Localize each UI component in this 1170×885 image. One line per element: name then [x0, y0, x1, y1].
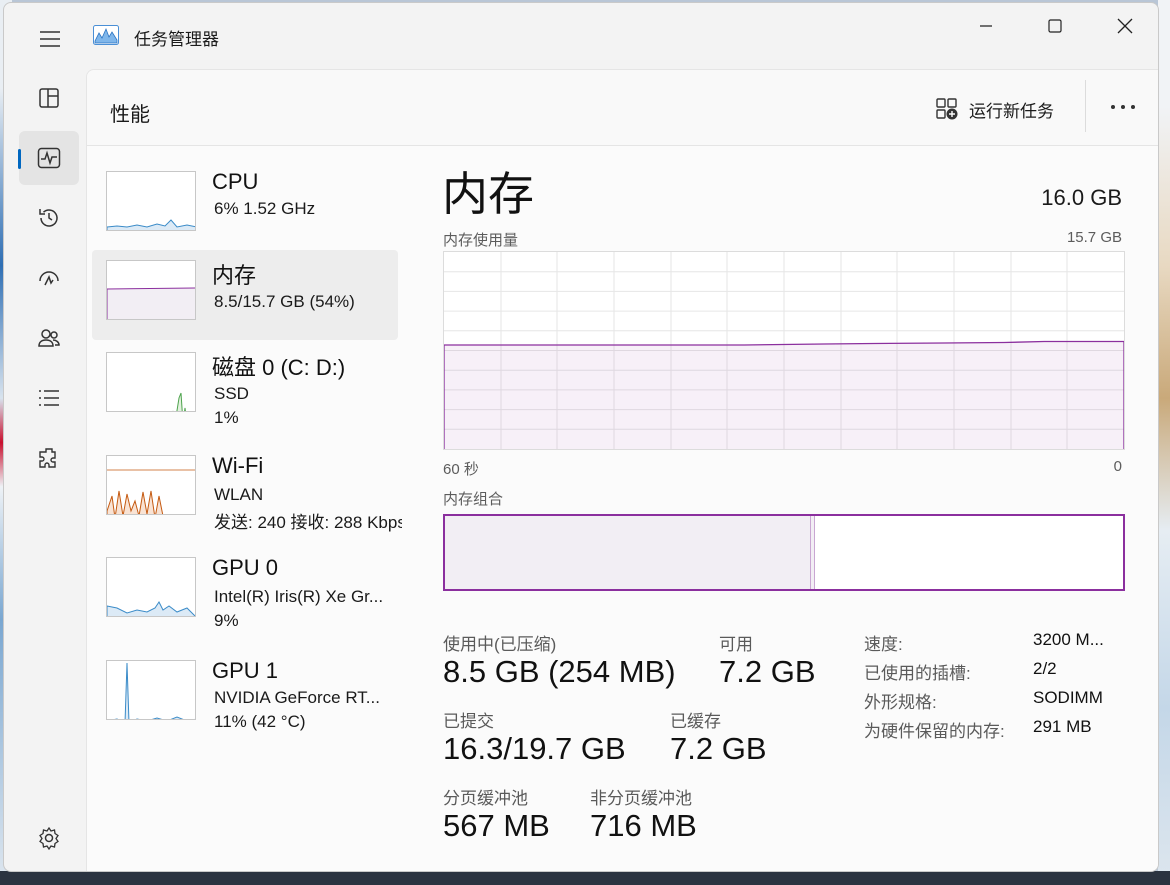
resource-detail: SSD	[214, 384, 249, 403]
title-bar: 任务管理器	[4, 3, 1158, 69]
speed-value: 3200 M...	[1033, 630, 1104, 649]
paged-pool-label: 分页缓冲池	[443, 789, 528, 808]
form-factor-value: SODIMM	[1033, 688, 1103, 707]
memory-in-use-segment	[445, 516, 812, 589]
maximize-button[interactable]	[1030, 11, 1080, 41]
resource-detail-2: 9%	[214, 611, 239, 630]
resource-item-cpu[interactable]: CPU 6% 1.52 GHz	[92, 161, 398, 251]
settings-icon	[39, 826, 59, 850]
content-panel: 性能 运行新任务 CPU 6% 1.52 GHz 内存 8.5/15.7 GB …	[86, 69, 1158, 871]
header-divider	[1085, 80, 1086, 132]
resource-detail: NVIDIA GeForce RT...	[214, 688, 380, 707]
memory-thumbnail-graph	[106, 260, 196, 320]
graph-axis-left: 60 秒	[443, 461, 479, 478]
hardware-reserved-label: 为硬件保留的内存:	[864, 722, 1005, 741]
nav-performance[interactable]	[18, 131, 79, 185]
resource-detail: 6% 1.52 GHz	[214, 199, 316, 218]
nav-processes[interactable]	[19, 71, 79, 125]
committed-value: 16.3/19.7 GB	[443, 731, 626, 766]
committed-label: 已提交	[443, 712, 494, 731]
hardware-reserved-value: 291 MB	[1033, 717, 1092, 736]
slots-used-label: 已使用的插槽:	[864, 664, 971, 683]
maximize-icon	[1048, 19, 1062, 33]
startup-apps-icon	[39, 271, 59, 286]
minimize-button[interactable]	[961, 11, 1011, 41]
page-header: 性能 运行新任务	[87, 70, 1158, 146]
resource-name: 内存	[212, 263, 257, 288]
minimize-icon	[980, 25, 992, 27]
resource-item-wifi[interactable]: Wi-Fi WLAN 发送: 240 接收: 288 Kbps	[92, 445, 402, 535]
task-manager-window: 任务管理器 性能 运行新任务 CPU 6% 1.52 GHz 内存 8.5/15…	[3, 2, 1159, 872]
resource-detail: Intel(R) Iris(R) Xe Gr...	[214, 587, 384, 606]
hamburger-menu-button[interactable]	[32, 24, 68, 54]
run-new-task-label: 运行新任务	[969, 101, 1054, 121]
memory-usage-label: 内存使用量	[443, 232, 519, 249]
nav-startup-apps[interactable]	[19, 251, 79, 305]
navigation-rail	[4, 69, 86, 871]
resource-detail-2: 发送: 240 接收: 288 Kbps	[214, 513, 402, 532]
task-manager-app-icon	[93, 25, 119, 45]
nav-app-history[interactable]	[19, 191, 79, 245]
desktop-background-right	[1158, 0, 1170, 885]
memory-total: 16.0 GB	[1041, 185, 1122, 210]
resource-name: Wi-Fi	[212, 453, 264, 478]
cpu-thumbnail-graph	[106, 171, 196, 231]
nav-details[interactable]	[19, 371, 79, 425]
slots-used-value: 2/2	[1033, 659, 1057, 678]
resource-item-gpu0[interactable]: GPU 0 Intel(R) Iris(R) Xe Gr... 9%	[92, 547, 398, 637]
detail-title: 内存	[442, 168, 534, 220]
nonpaged-pool-value: 716 MB	[590, 808, 697, 843]
cached-value: 7.2 GB	[670, 731, 767, 766]
resource-name: 磁盘 0 (C: D:)	[212, 355, 346, 380]
disk-thumbnail-graph	[106, 352, 196, 412]
users-icon	[38, 329, 60, 347]
resource-name: CPU	[212, 169, 259, 194]
hamburger-icon	[40, 31, 60, 47]
memory-composition-bar	[443, 514, 1125, 591]
close-button[interactable]	[1100, 11, 1150, 41]
resource-detail: 8.5/15.7 GB (54%)	[214, 292, 355, 311]
gpu1-thumbnail-graph	[106, 660, 196, 720]
nav-users[interactable]	[19, 311, 79, 365]
resource-detail-2: 11% (42 °C)	[214, 712, 306, 731]
run-new-task-button[interactable]: 运行新任务	[935, 94, 1054, 124]
in-use-value: 8.5 GB (254 MB)	[443, 654, 676, 689]
nav-services[interactable]	[19, 431, 79, 485]
resource-item-memory[interactable]: 内存 8.5/15.7 GB (54%)	[92, 250, 398, 340]
taskbar-edge	[0, 871, 1170, 885]
processes-icon	[39, 88, 59, 108]
more-options-button[interactable]	[1103, 92, 1143, 122]
memory-composition-label: 内存组合	[443, 491, 504, 508]
cached-label: 已缓存	[670, 712, 721, 731]
window-title: 任务管理器	[134, 30, 219, 49]
available-label: 可用	[719, 635, 753, 654]
memory-modified-segment	[811, 516, 816, 589]
memory-usage-max: 15.7 GB	[1066, 229, 1122, 246]
wifi-thumbnail-graph	[106, 455, 196, 515]
page-title: 性能	[110, 104, 150, 126]
resource-item-gpu1[interactable]: GPU 1 NVIDIA GeForce RT... 11% (42 °C)	[92, 650, 398, 740]
resource-item-disk[interactable]: 磁盘 0 (C: D:) SSD 1%	[92, 342, 398, 432]
details-icon	[39, 390, 59, 406]
performance-icon	[37, 147, 61, 169]
resource-detail: WLAN	[214, 485, 264, 504]
paged-pool-value: 567 MB	[443, 808, 550, 843]
resource-name: GPU 0	[212, 555, 279, 580]
resource-name: GPU 1	[212, 658, 279, 683]
in-use-label: 使用中(已压缩)	[443, 635, 557, 654]
close-icon	[1117, 18, 1133, 34]
run-new-task-icon	[936, 98, 958, 120]
app-history-icon	[39, 209, 58, 227]
nonpaged-pool-label: 非分页缓冲池	[590, 789, 692, 808]
graph-axis-right: 0	[1113, 458, 1122, 475]
nav-settings[interactable]	[19, 811, 79, 865]
speed-label: 速度:	[864, 635, 903, 654]
gpu0-thumbnail-graph	[106, 557, 196, 617]
more-icon	[1111, 105, 1135, 109]
services-icon	[39, 448, 56, 468]
memory-usage-graph	[443, 251, 1125, 450]
available-value: 7.2 GB	[719, 654, 816, 689]
form-factor-label: 外形规格:	[864, 693, 937, 712]
resource-detail-2: 1%	[214, 408, 239, 427]
